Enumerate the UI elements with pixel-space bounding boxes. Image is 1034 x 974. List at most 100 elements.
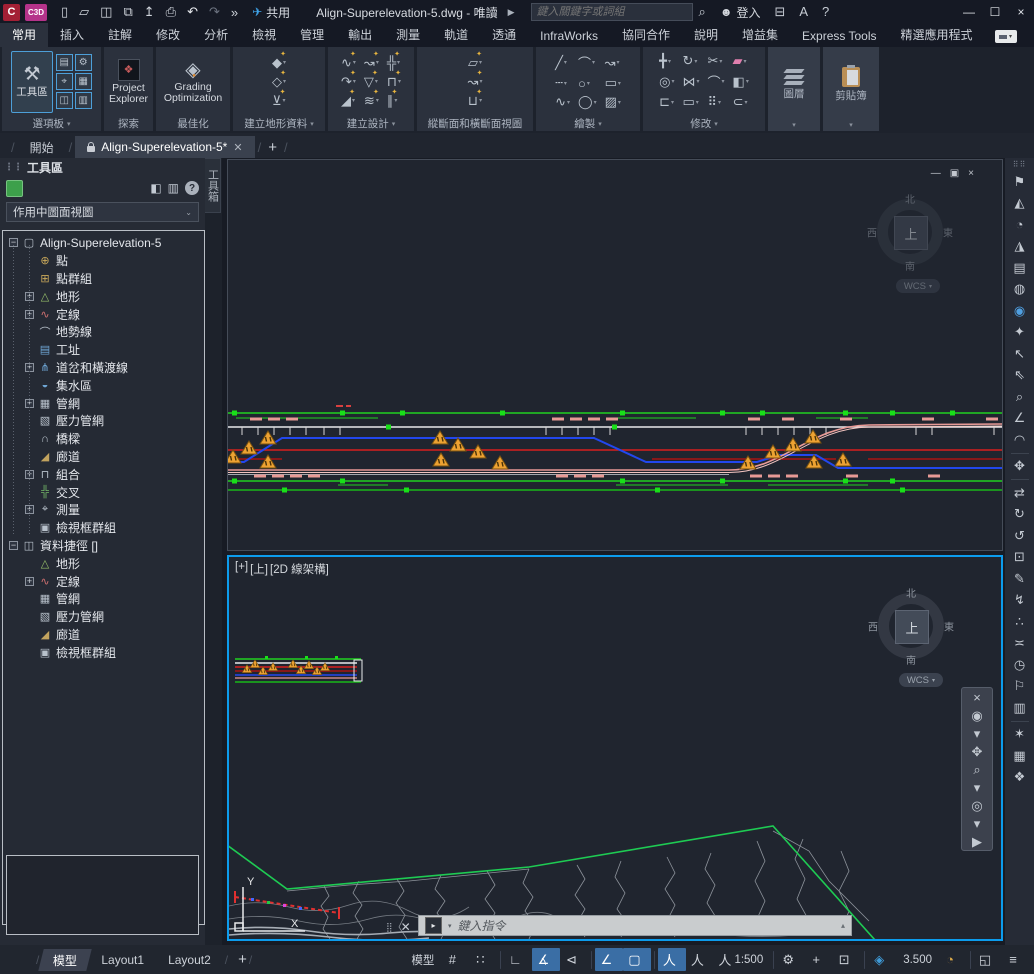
recent-commands-caret-icon[interactable]: ▾ — [448, 922, 452, 930]
file-tab-start[interactable]: 開始 — [18, 136, 66, 158]
ribbon-tab[interactable]: 精選應用程式 — [889, 23, 985, 47]
tree-item[interactable]: + ∿ 定線 — [3, 572, 204, 590]
viewport-control[interactable]: [上] — [250, 561, 268, 577]
tree-item[interactable]: + △ 地形 — [3, 287, 204, 305]
tree-item[interactable]: − ◫ 資料捷徑 [] — [3, 537, 204, 555]
layout-tab[interactable]: Layout1 — [89, 949, 156, 971]
ribbon-tab[interactable]: InfraWorks — [528, 26, 610, 47]
tree-item[interactable]: + ⌖ 測量 — [3, 501, 204, 519]
tree-item[interactable]: ▤ 工址 — [3, 341, 204, 359]
app-logo[interactable]: C — [3, 4, 20, 21]
sign-in-button[interactable]: ☻ 登入 — [714, 4, 767, 21]
quick-access-button[interactable]: ▱ — [75, 2, 95, 22]
tree-item[interactable]: + ▦ 管網 — [3, 394, 204, 412]
titlebar-icon-button[interactable]: ? — [816, 4, 837, 20]
tree-item[interactable]: ▣ 檢視框群組 — [3, 643, 204, 661]
viewport-control[interactable]: [2D 線架構] — [270, 561, 329, 577]
command-prompt-icon[interactable]: ▸ — [425, 917, 442, 934]
tree-item[interactable]: ◢ 廊道 — [3, 448, 204, 466]
ribbon-tab[interactable]: 修改 — [144, 23, 192, 47]
quick-access-button[interactable]: ↥ — [140, 2, 161, 22]
tree-item[interactable]: ⊕ 點 — [3, 252, 204, 270]
quick-access-button[interactable]: » — [227, 2, 244, 22]
ribbon-tab[interactable]: 註解 — [96, 23, 144, 47]
tree-item[interactable]: ▣ 檢視框群組 — [3, 519, 204, 537]
ribbon-tab[interactable]: 軌道 — [432, 23, 480, 47]
panel-expand-caret[interactable]: ▾ — [768, 119, 820, 131]
quick-access-button[interactable]: ↷ — [205, 2, 226, 22]
command-line[interactable]: ▸ ▾ 鍵入指令 ▴ — [418, 915, 852, 936]
pan-hand-icon[interactable]: ✥ — [972, 744, 983, 759]
command-input[interactable]: 鍵入指令 — [458, 917, 835, 934]
grip-dots-icon[interactable]: ⣿ — [386, 922, 394, 933]
drawing-area[interactable]: —▣× 上 北南 西東 WCS▾ — [222, 158, 1005, 945]
quick-access-button[interactable]: ↶ — [183, 2, 204, 22]
grading-optimization-button[interactable]: ◈ Grading Optimization — [160, 51, 226, 113]
viewport-control[interactable]: [+] — [235, 561, 248, 577]
ribbon-tab[interactable]: 增益集 — [730, 23, 790, 47]
layout-tab[interactable]: Layout2 — [156, 949, 223, 971]
tree-item[interactable]: + ⊓ 組合 — [3, 465, 204, 483]
new-drawing-tab-button[interactable]: + — [268, 139, 277, 156]
file-tab-active-document[interactable]: Align-Superelevation-5* ✕ — [75, 136, 254, 158]
panel-clipboard[interactable]: 剪貼簿 ▾ — [823, 47, 879, 131]
ribbon-display-toggle[interactable]: ▾ — [995, 30, 1017, 43]
panel-expand-caret[interactable]: ▾ — [823, 119, 879, 131]
tree-item[interactable]: ▦ 管網 — [3, 590, 204, 608]
panel-auto-hide-icon[interactable]: ▥ — [168, 181, 179, 195]
tree-item[interactable]: △ 地形 — [3, 554, 204, 572]
steering-wheel-icon[interactable]: ◉ — [971, 708, 982, 723]
search-input[interactable] — [531, 3, 693, 21]
viewport-bottom-active[interactable]: [+][上][2D 線架構] 上 北南 西東 WCS▾ — [227, 555, 1003, 941]
ribbon-tab[interactable]: 分析 — [192, 23, 240, 47]
toolspace-button[interactable]: ⚒ 工具區 — [11, 51, 53, 113]
viewport-top[interactable]: —▣× 上 北南 西東 WCS▾ — [227, 159, 1003, 551]
panel-grip-icon[interactable]: ⋮⋮ — [4, 162, 22, 173]
layout-tab[interactable]: 模型 — [39, 949, 93, 971]
tree-item[interactable]: ◢ 廊道 — [3, 626, 204, 644]
wcs-selector[interactable]: WCS▾ — [899, 673, 943, 687]
tree-item[interactable]: ╬ 交叉 — [3, 483, 204, 501]
tree-item[interactable]: ▧ 壓力管網 — [3, 608, 204, 626]
ribbon-tab[interactable]: 說明 — [682, 23, 730, 47]
zoom-tool-icon[interactable]: ⌕ — [973, 762, 980, 777]
navbar-caret-icon[interactable]: ▾ — [974, 726, 981, 741]
navbar-close-icon[interactable]: × — [973, 690, 981, 705]
tree-item[interactable]: ◒ 集水區 — [3, 376, 204, 394]
toolspace-titlebar[interactable]: ⋮⋮ 工具區 — [0, 158, 205, 176]
tree-item[interactable]: ⌒ 地勢線 — [3, 323, 204, 341]
tree-item[interactable]: ⊞ 點群組 — [3, 270, 204, 288]
ribbon-tab[interactable]: 常用 — [0, 23, 48, 47]
view-cube[interactable]: 上 北南 西東 — [874, 589, 948, 663]
ribbon-tab[interactable]: 協同合作 — [610, 23, 682, 47]
quick-access-button[interactable]: ⧉ — [119, 2, 138, 22]
new-layout-button[interactable]: + — [238, 951, 247, 968]
ribbon-tab[interactable]: 插入 — [48, 23, 96, 47]
tree-item[interactable]: + ⋔ 道岔和橫渡線 — [3, 359, 204, 377]
ribbon-tab[interactable]: 透通 — [480, 23, 528, 47]
project-explorer-button[interactable]: ❖ Project Explorer — [105, 51, 152, 113]
search-icon[interactable]: ⌕ — [693, 4, 712, 20]
ribbon-tab[interactable]: 測量 — [384, 23, 432, 47]
view-selector-dropdown[interactable]: 作用中圖面視圖 ⌄ — [6, 202, 199, 222]
quick-access-button[interactable]: ⎙ — [162, 2, 182, 22]
toolspace-side-tab[interactable]: 工具箱 — [205, 158, 221, 213]
tree-item[interactable]: ∩ 橋樑 — [3, 430, 204, 448]
panel-layers[interactable]: 圖層 ▾ — [768, 47, 820, 131]
ribbon-tab[interactable]: Express Tools — [790, 26, 888, 47]
showmotion-icon[interactable]: ▶ — [972, 834, 982, 849]
tree-item[interactable]: + ∿ 定線 — [3, 305, 204, 323]
quick-access-button[interactable]: ◫ — [96, 2, 118, 22]
title-flyout-icon[interactable]: ▶ — [508, 7, 515, 18]
tree-item[interactable]: ▧ 壓力管網 — [3, 412, 204, 430]
command-history-caret-icon[interactable]: ▴ — [841, 921, 845, 930]
panel-dock-icon[interactable]: ◧ — [150, 181, 161, 195]
share-button[interactable]: ✈ 共用 — [252, 4, 290, 21]
navbar-caret-icon[interactable]: ▾ — [974, 816, 981, 831]
close-command-line-icon[interactable]: ✕ — [401, 920, 411, 934]
active-drawing-icon[interactable] — [6, 180, 23, 197]
help-icon[interactable]: ? — [185, 181, 199, 195]
titlebar-icon-button[interactable]: A — [793, 4, 816, 20]
ribbon-tab[interactable]: 檢視 — [240, 23, 288, 47]
toolbar-grip-icon[interactable]: ⠿⠿ — [1013, 161, 1027, 169]
